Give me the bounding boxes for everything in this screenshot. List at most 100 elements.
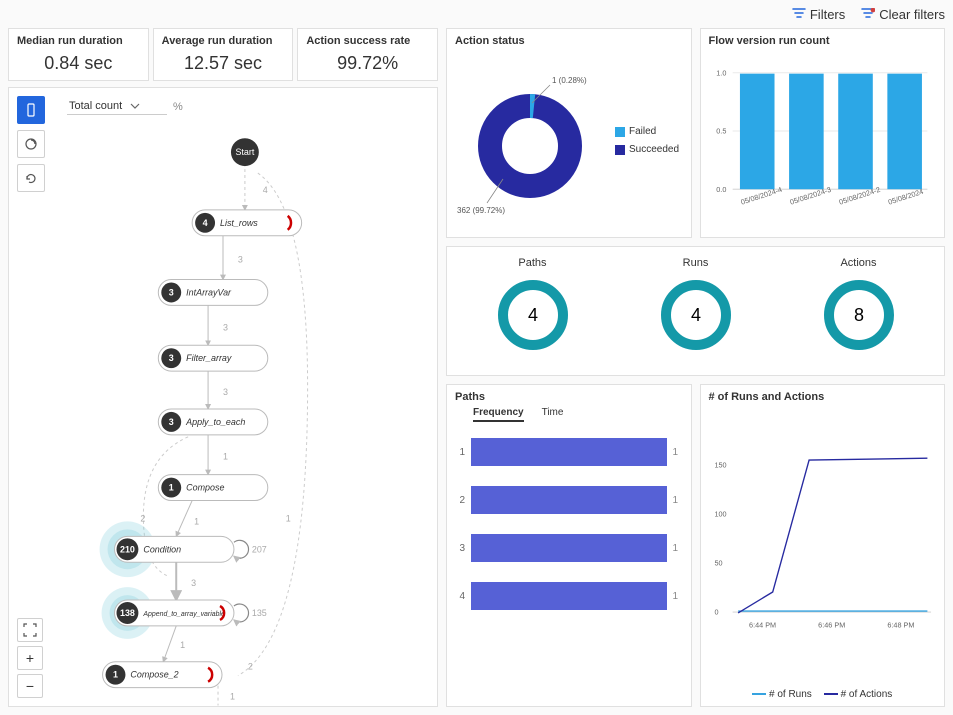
filters-label: Filters [810, 7, 845, 22]
svg-text:3: 3 [223, 387, 228, 397]
flow-panel: Total count % 2 1 [8, 87, 438, 707]
summary-rings: Paths 4 Runs 4 Actions 8 [446, 246, 945, 376]
kpi-success-value: 99.72% [306, 53, 429, 74]
paths-panel: Paths Frequency Time 11 21 31 41 [446, 384, 692, 707]
path-bar-2[interactable]: 21 [455, 476, 683, 524]
donut-legend: Failed Succeeded [615, 123, 679, 159]
clear-filters-label: Clear filters [879, 7, 945, 22]
legend-succeeded[interactable]: Succeeded [615, 141, 679, 159]
kpi-row: Median run duration 0.84 sec Average run… [8, 28, 438, 81]
svg-text:362 (99.72%): 362 (99.72%) [457, 206, 505, 215]
flow-node-apply-to-each[interactable]: 3 Apply_to_each [158, 409, 267, 435]
zoom-fit-button[interactable] [17, 618, 43, 642]
svg-text:IntArrayVar: IntArrayVar [186, 287, 232, 297]
flow-node-compose[interactable]: 1 Compose [158, 475, 267, 501]
paths-bars: 11 21 31 41 [455, 428, 683, 620]
runs-actions-chart[interactable]: 150 100 50 0 6:44 PM 6:46 PM 6:48 PM [709, 407, 937, 686]
runs-actions-title: # of Runs and Actions [709, 391, 937, 403]
svg-text:3: 3 [169, 287, 174, 297]
svg-text:1: 1 [169, 483, 174, 493]
action-status-title: Action status [455, 35, 683, 47]
svg-text:100: 100 [714, 509, 726, 518]
clear-filter-icon [861, 8, 875, 20]
kpi-success: Action success rate 99.72% [297, 28, 438, 81]
svg-text:Apply_to_each: Apply_to_each [185, 417, 245, 427]
legend-failed[interactable]: Failed [615, 123, 679, 141]
flow-version-title: Flow version run count [709, 35, 937, 47]
svg-text:05/08/2024: 05/08/2024 [887, 187, 924, 207]
svg-text:1: 1 [113, 670, 118, 680]
svg-text:4: 4 [527, 305, 537, 325]
flow-node-list-rows[interactable]: 4 List_rows [192, 210, 301, 236]
flow-mode-toolbar [17, 96, 45, 192]
svg-text:1: 1 [230, 692, 235, 702]
kpi-average: Average run duration 12.57 sec [153, 28, 294, 81]
filter-icon [792, 8, 806, 20]
zoom-in-button[interactable]: + [17, 646, 43, 670]
flow-node-intarrayvar[interactable]: 3 IntArrayVar [158, 280, 267, 306]
svg-text:Compose: Compose [186, 483, 224, 493]
svg-text:List_rows: List_rows [220, 218, 258, 228]
svg-text:1 (0.28%): 1 (0.28%) [552, 76, 587, 85]
flow-canvas[interactable]: 2 1 4 3 3 3 1 1 3 [9, 88, 437, 706]
svg-text:0: 0 [714, 608, 718, 617]
svg-text:4: 4 [203, 218, 208, 228]
legend-runs[interactable]: # of Runs [752, 689, 812, 700]
svg-text:3: 3 [223, 322, 228, 332]
zoom-out-button[interactable]: − [17, 674, 43, 698]
svg-text:1.0: 1.0 [716, 68, 726, 77]
flow-mode-rework[interactable] [17, 164, 45, 192]
svg-text:Start: Start [235, 147, 254, 157]
svg-text:4: 4 [263, 185, 268, 195]
tab-time[interactable]: Time [542, 407, 564, 422]
runs-actions-legend: # of Runs # of Actions [709, 689, 937, 700]
svg-text:1: 1 [180, 640, 185, 650]
svg-text:1: 1 [286, 513, 291, 523]
svg-text:0.5: 0.5 [716, 127, 726, 136]
ring-runs: Runs 4 [614, 257, 777, 361]
flow-mode-duration[interactable] [17, 130, 45, 158]
svg-text:3: 3 [169, 417, 174, 427]
svg-text:Filter_array: Filter_array [186, 353, 232, 363]
svg-text:2: 2 [248, 662, 253, 672]
svg-text:6:44 PM: 6:44 PM [749, 620, 776, 629]
flow-version-chart[interactable]: 1.0 0.5 0.0 05/08/2024-4 05/08/2024-3 05… [709, 51, 937, 231]
runs-actions-panel: # of Runs and Actions 150 100 50 0 6:44 … [700, 384, 946, 707]
svg-text:207: 207 [252, 544, 267, 554]
zoom-controls: + − [17, 618, 43, 698]
path-bar-4[interactable]: 41 [455, 572, 683, 620]
kpi-avg-label: Average run duration [162, 35, 285, 47]
svg-text:1: 1 [223, 452, 228, 462]
action-status-donut[interactable]: 1 (0.28%) 362 (99.72%) [455, 61, 605, 221]
path-bar-1[interactable]: 11 [455, 428, 683, 476]
svg-text:50: 50 [714, 559, 722, 568]
flow-node-condition[interactable]: 210 Condition 207 [100, 521, 267, 577]
path-bar-3[interactable]: 31 [455, 524, 683, 572]
svg-text:150: 150 [714, 460, 726, 469]
action-status-panel: Action status 1 (0.28%) 362 (99.72%) Fai… [446, 28, 692, 238]
flow-node-filter-array[interactable]: 3 Filter_array [158, 345, 267, 371]
svg-text:8: 8 [853, 305, 863, 325]
clear-filters-button[interactable]: Clear filters [861, 7, 945, 22]
svg-text:3: 3 [191, 578, 196, 588]
filters-button[interactable]: Filters [792, 7, 845, 22]
svg-text:Compose_2: Compose_2 [130, 670, 178, 680]
flow-version-panel: Flow version run count 1.0 0.5 0.0 05/08… [700, 28, 946, 238]
svg-text:6:46 PM: 6:46 PM [818, 620, 845, 629]
paths-title: Paths [455, 391, 683, 403]
ring-paths: Paths 4 [451, 257, 614, 361]
kpi-median-value: 0.84 sec [17, 53, 140, 74]
flow-node-append-array[interactable]: 138 Append_to_array_variable 135 [102, 587, 267, 639]
svg-text:4: 4 [690, 305, 700, 325]
tab-frequency[interactable]: Frequency [473, 407, 524, 422]
flow-node-compose-2[interactable]: 1 Compose_2 [103, 662, 222, 688]
svg-text:3: 3 [169, 353, 174, 363]
svg-text:210: 210 [120, 544, 135, 554]
kpi-median: Median run duration 0.84 sec [8, 28, 149, 81]
legend-actions[interactable]: # of Actions [824, 689, 892, 700]
svg-text:1: 1 [194, 516, 199, 526]
svg-text:2: 2 [140, 513, 145, 523]
flow-mode-count[interactable] [17, 96, 45, 124]
ring-actions: Actions 8 [777, 257, 940, 361]
svg-text:3: 3 [238, 255, 243, 265]
